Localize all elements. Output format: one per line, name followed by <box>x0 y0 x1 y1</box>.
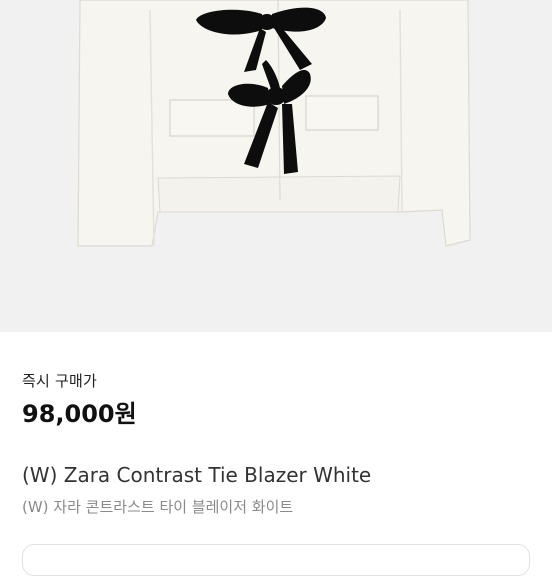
right-pocket <box>305 95 379 131</box>
price: 98,000원 <box>22 400 137 428</box>
product-image[interactable] <box>0 0 552 332</box>
instant-buy-label: 즉시 구매가 <box>22 372 97 390</box>
left-pocket <box>169 99 255 137</box>
bottom-card[interactable] <box>22 544 530 576</box>
jacket-illustration <box>77 0 471 247</box>
product-title: (W) Zara Contrast Tie Blazer White <box>22 463 372 487</box>
product-subtitle: (W) 자라 콘트라스트 타이 블레이저 화이트 <box>22 498 294 516</box>
